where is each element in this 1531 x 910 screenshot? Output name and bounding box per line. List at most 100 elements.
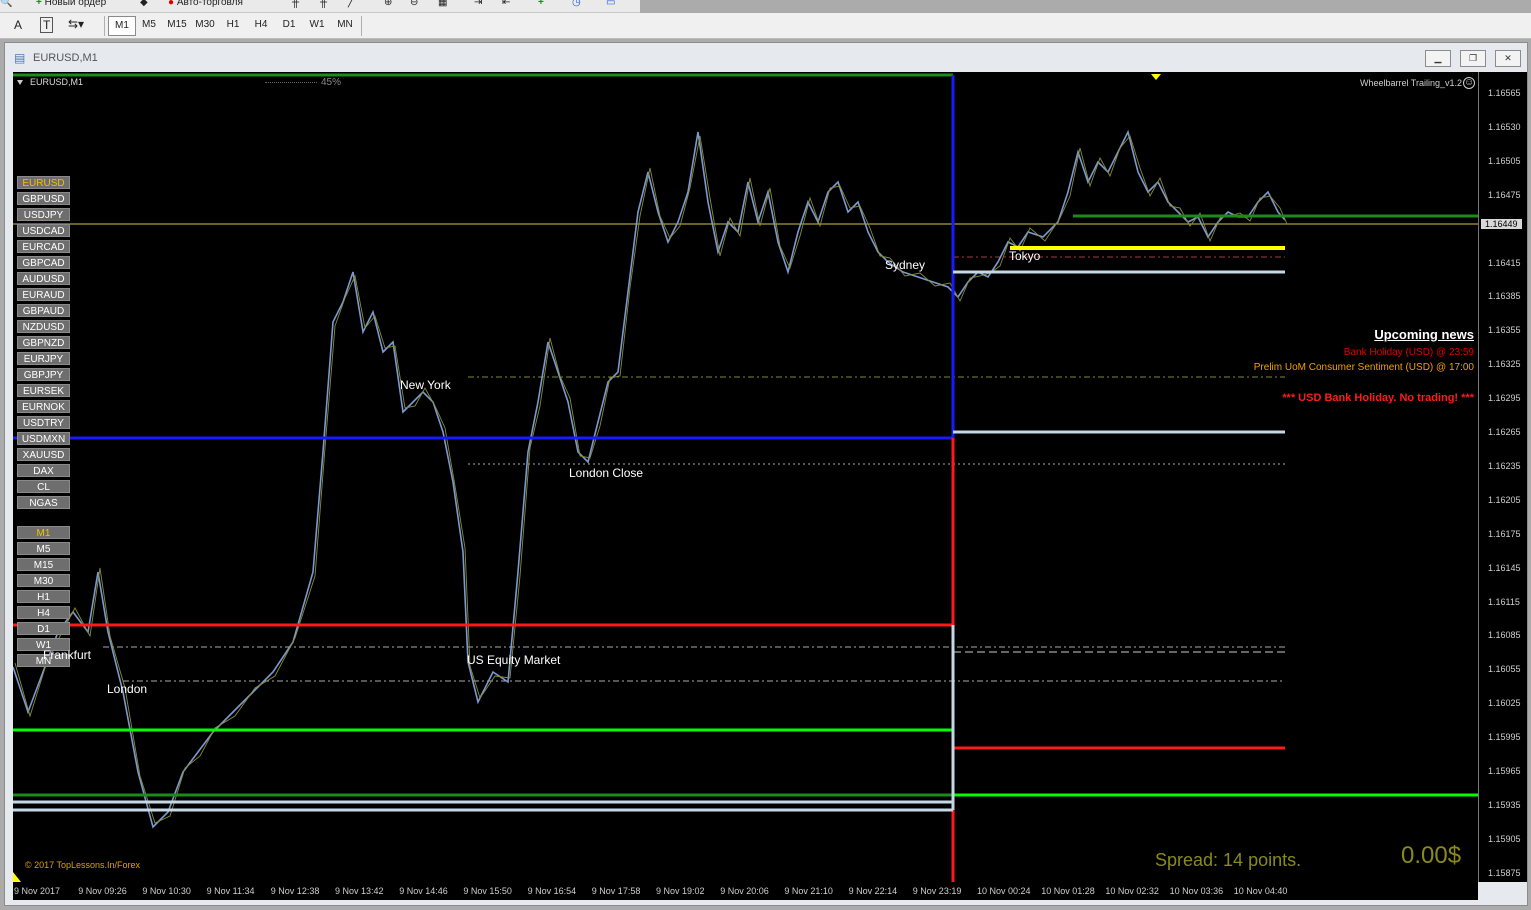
news-item: Bank Holiday (USD) @ 23:59 bbox=[1343, 347, 1474, 358]
arrows-tool-icon[interactable]: ⇆▾ bbox=[68, 17, 84, 31]
corner-marker bbox=[13, 872, 21, 882]
symbol-label: EURUSD,M1 bbox=[30, 77, 84, 87]
spread-label: Spread: 14 points. bbox=[1155, 850, 1302, 870]
tf-button-mn[interactable]: MN bbox=[332, 16, 358, 34]
symbol-button-usdcad[interactable]: USDCAD bbox=[17, 224, 70, 237]
symbol-button-cl[interactable]: CL bbox=[17, 480, 70, 493]
chart-tf-button-m5[interactable]: M5 bbox=[17, 542, 70, 555]
time-label: 9 Nov 17:58 bbox=[591, 886, 641, 896]
chart-tf-button-m30[interactable]: M30 bbox=[17, 574, 70, 587]
time-label: 9 Nov 21:10 bbox=[784, 886, 833, 896]
time-axis[interactable]: 9 Nov 2017 9 Nov 09:26 9 Nov 10:30 9 Nov 11… bbox=[13, 882, 1478, 900]
symbol-button-eurcad[interactable]: EURCAD bbox=[17, 240, 70, 253]
autotrading-button[interactable]: ● Авто-торговля bbox=[168, 0, 243, 8]
periods-icon[interactable]: ◷ bbox=[572, 0, 581, 8]
progress-label: 45% bbox=[321, 77, 342, 88]
symbol-button-usdjpy[interactable]: USDJPY bbox=[17, 208, 70, 221]
new-order-button[interactable]: + Новый ордер bbox=[36, 0, 106, 8]
symbol-button-gbpnzd[interactable]: GBPNZD bbox=[17, 336, 70, 349]
text-tool-icon[interactable]: A bbox=[14, 18, 22, 32]
indicators-icon[interactable]: + bbox=[538, 0, 544, 8]
bar-chart-icon[interactable]: ╫ bbox=[292, 0, 299, 8]
symbol-button-ngas[interactable]: NGAS bbox=[17, 496, 70, 509]
session-frankfurt: Frankfurt bbox=[43, 648, 92, 662]
time-label: 9 Nov 23:19 bbox=[912, 886, 962, 896]
session-london: London bbox=[107, 682, 148, 696]
zoom-out-icon[interactable]: ⊖ bbox=[410, 0, 418, 8]
tf-button-h1[interactable]: H1 bbox=[220, 16, 246, 34]
price-label: 1.16085 bbox=[1488, 630, 1521, 641]
price-chart[interactable]: EURUSD,M1 45% Wheelbarrel Trailing_v1.2 … bbox=[13, 72, 1478, 882]
new-order-label: Новый ордер bbox=[44, 0, 107, 8]
tf-button-w1[interactable]: W1 bbox=[304, 16, 330, 34]
tile-windows-icon[interactable]: ▦ bbox=[438, 0, 447, 8]
chart-menu-triangle[interactable] bbox=[17, 80, 23, 85]
symbol-button-usdmxn[interactable]: USDMXN bbox=[17, 432, 70, 445]
time-label: 10 Nov 03:36 bbox=[1169, 886, 1224, 896]
progress-bar bbox=[265, 82, 317, 84]
symbol-button-gbpaud[interactable]: GBPAUD bbox=[17, 304, 70, 317]
session-new-york: New York bbox=[400, 378, 451, 392]
news-title: Upcoming news bbox=[1374, 327, 1474, 342]
tf-button-d1[interactable]: D1 bbox=[276, 16, 302, 34]
time-label: 9 Nov 19:02 bbox=[656, 886, 705, 896]
meta-editor-icon[interactable]: ◆ bbox=[140, 0, 148, 8]
tf-button-h4[interactable]: H4 bbox=[248, 16, 274, 34]
current-price-tag: 1.16449 bbox=[1481, 219, 1522, 229]
restore-button[interactable]: ❐ bbox=[1460, 50, 1486, 67]
chart-tf-button-h4[interactable]: H4 bbox=[17, 606, 70, 619]
minimize-button[interactable]: ▁ bbox=[1425, 50, 1451, 67]
symbol-button-eurnok[interactable]: EURNOK bbox=[17, 400, 70, 413]
price-series bbox=[13, 129, 1286, 829]
price-label: 1.16205 bbox=[1488, 494, 1521, 505]
candles-icon[interactable]: ╫ bbox=[320, 0, 327, 8]
session-us-equity: US Equity Market bbox=[467, 653, 561, 667]
symbol-button-xauusd[interactable]: XAUUSD bbox=[17, 448, 70, 461]
symbol-button-euraud[interactable]: EURAUD bbox=[17, 288, 70, 301]
text-label-tool-icon[interactable]: T bbox=[40, 17, 54, 33]
symbol-button-nzdusd[interactable]: NZDUSD bbox=[17, 320, 70, 333]
autoscroll-icon[interactable]: ⇤ bbox=[502, 0, 510, 8]
price-series-overlay bbox=[14, 135, 1288, 824]
plus-icon: + bbox=[36, 0, 42, 8]
zoom-in-icon[interactable]: ⊕ bbox=[384, 0, 392, 8]
ea-status-icon[interactable]: ☺ bbox=[1463, 77, 1475, 89]
symbol-button-dax[interactable]: DAX bbox=[17, 464, 70, 477]
symbol-button-eurusd[interactable]: EURUSD bbox=[17, 176, 70, 189]
time-label: 10 Nov 00:24 bbox=[977, 886, 1031, 896]
time-label: 9 Nov 22:14 bbox=[848, 886, 898, 896]
price-label: 1.16235 bbox=[1488, 460, 1521, 471]
tf-button-m15[interactable]: M15 bbox=[164, 16, 190, 34]
price-label: 1.15965 bbox=[1488, 766, 1521, 776]
symbol-button-gbpcad[interactable]: GBPCAD bbox=[17, 256, 70, 269]
price-label: 1.15875 bbox=[1488, 867, 1521, 878]
chart-tf-button-d1[interactable]: D1 bbox=[17, 622, 70, 635]
templates-icon[interactable]: ▭ bbox=[606, 0, 615, 8]
time-label: 9 Nov 13:42 bbox=[335, 886, 384, 896]
symbol-button-gbpusd[interactable]: GBPUSD bbox=[17, 192, 70, 205]
price-label: 1.15935 bbox=[1488, 799, 1521, 810]
close-button[interactable]: ✕ bbox=[1495, 50, 1521, 67]
symbol-button-eurjpy[interactable]: EURJPY bbox=[17, 352, 70, 365]
ea-name: Wheelbarrel Trailing_v1.2 bbox=[1359, 78, 1462, 88]
tf-button-m1[interactable]: M1 bbox=[108, 16, 136, 36]
price-label: 1.16505 bbox=[1488, 155, 1521, 166]
tf-button-m30[interactable]: M30 bbox=[192, 16, 218, 34]
copyright-label: © 2017 TopLessons.In/Forex bbox=[25, 860, 141, 870]
chart-shift-icon[interactable]: ⇥ bbox=[474, 0, 482, 8]
symbol-button-audusd[interactable]: AUDUSD bbox=[17, 272, 70, 285]
price-label: 1.16175 bbox=[1488, 528, 1521, 539]
chart-tf-button-h1[interactable]: H1 bbox=[17, 590, 70, 603]
zoom-icon[interactable]: 🔍 bbox=[0, 0, 12, 8]
tf-button-m5[interactable]: M5 bbox=[136, 16, 162, 34]
symbol-button-usdtry[interactable]: USDTRY bbox=[17, 416, 70, 429]
line-chart-icon[interactable]: ╱ bbox=[348, 0, 354, 8]
symbol-button-gbpjpy[interactable]: GBPJPY bbox=[17, 368, 70, 381]
chart-tf-button-m15[interactable]: M15 bbox=[17, 558, 70, 571]
price-label: 1.16325 bbox=[1488, 359, 1521, 370]
chart-tf-button-m1[interactable]: M1 bbox=[17, 526, 70, 539]
price-axis[interactable]: 1.16565 1.16530 1.16505 1.16475 1.16449 1.164… bbox=[1478, 72, 1527, 882]
symbol-button-eursek[interactable]: EURSEK bbox=[17, 384, 70, 397]
price-label: 1.16145 bbox=[1488, 562, 1521, 573]
time-label: 10 Nov 02:32 bbox=[1105, 886, 1159, 896]
